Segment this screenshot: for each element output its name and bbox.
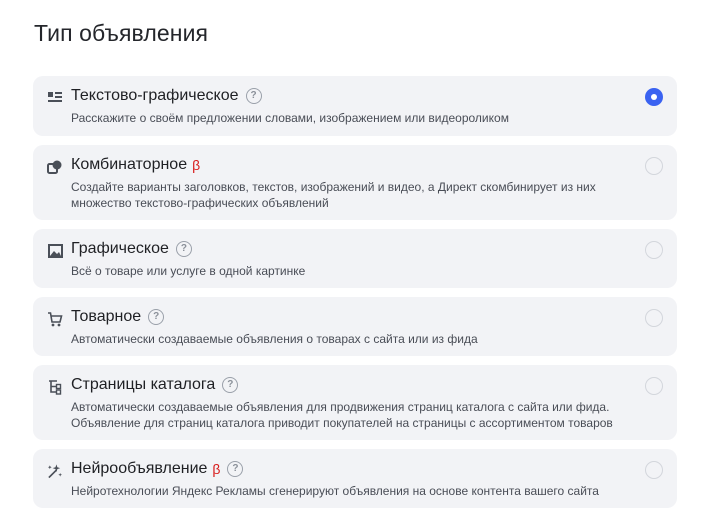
option-name: Страницы каталога bbox=[71, 376, 216, 393]
help-icon[interactable]: ? bbox=[148, 309, 165, 325]
magic-wand-icon bbox=[47, 463, 63, 479]
text-graphic-icon bbox=[47, 90, 63, 106]
help-icon[interactable]: ? bbox=[222, 377, 239, 393]
option-name: Нейрообъявление bbox=[71, 460, 208, 477]
ad-type-option-catalog-pages[interactable]: Страницы каталога ? Автоматически создав… bbox=[33, 365, 677, 440]
help-icon[interactable]: ? bbox=[245, 88, 262, 104]
radio-unselected[interactable] bbox=[645, 377, 663, 395]
ad-type-option-text-graphic[interactable]: Текстово-графическое ? Расскажите о своё… bbox=[33, 76, 677, 136]
option-description: Всё о товаре или услуге в одной картинке bbox=[71, 264, 306, 278]
combinatorial-icon bbox=[47, 159, 63, 175]
help-icon[interactable]: ? bbox=[227, 461, 244, 477]
radio-unselected[interactable] bbox=[645, 461, 663, 479]
radio-selected[interactable] bbox=[645, 88, 663, 106]
beta-badge: β bbox=[212, 461, 221, 477]
option-name: Графическое bbox=[71, 240, 169, 257]
option-name: Текстово-графическое bbox=[71, 87, 239, 104]
option-description: Автоматически создаваемые объявления о т… bbox=[71, 332, 478, 346]
ad-type-option-combinatorial[interactable]: Комбинаторное β Создайте варианты заголо… bbox=[33, 145, 677, 220]
option-name: Комбинаторное bbox=[71, 156, 188, 173]
page-title: Тип объявления bbox=[34, 20, 209, 46]
option-description: Создайте варианты заголовков, текстов, и… bbox=[71, 180, 596, 210]
catalog-tree-icon bbox=[47, 379, 63, 395]
option-description: Нейротехнологии Яндекс Рекламы сгенериру… bbox=[71, 484, 599, 498]
radio-unselected[interactable] bbox=[645, 309, 663, 327]
help-icon[interactable]: ? bbox=[175, 241, 192, 257]
image-icon bbox=[47, 243, 63, 259]
option-description: Расскажите о своём предложении словами, … bbox=[71, 111, 509, 125]
option-name: Товарное bbox=[71, 308, 142, 325]
radio-unselected[interactable] bbox=[645, 157, 663, 175]
ad-type-option-neuro[interactable]: Нейрообъявление β ? Нейротехнологии Янде… bbox=[33, 449, 677, 508]
cart-icon bbox=[47, 311, 63, 327]
ad-type-option-product[interactable]: Товарное ? Автоматически создаваемые объ… bbox=[33, 297, 677, 356]
radio-unselected[interactable] bbox=[645, 241, 663, 259]
option-description: Автоматически создаваемые объявления для… bbox=[71, 400, 613, 430]
beta-badge: β bbox=[192, 157, 201, 173]
ad-type-option-graphic[interactable]: Графическое ? Всё о товаре или услуге в … bbox=[33, 229, 677, 288]
